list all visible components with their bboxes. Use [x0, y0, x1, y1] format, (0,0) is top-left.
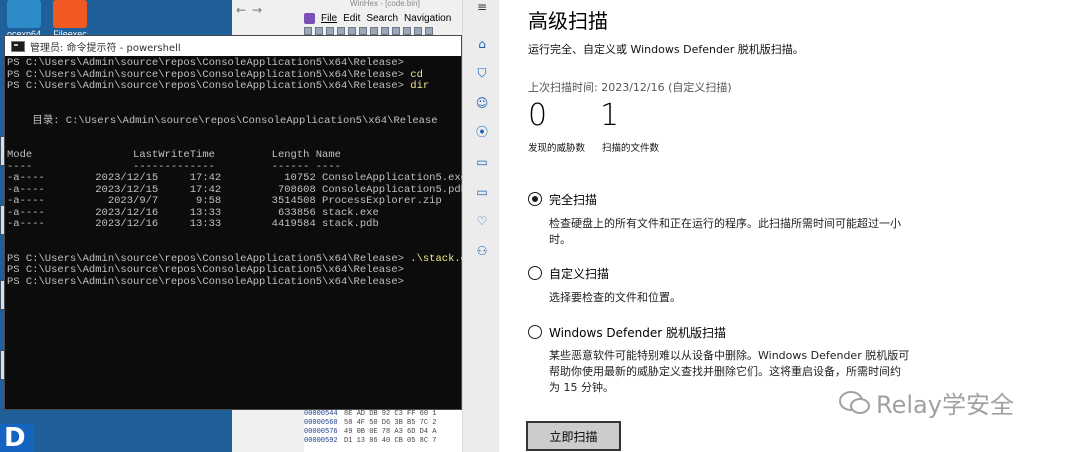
toolbar-button[interactable] [348, 27, 356, 35]
family-icon[interactable]: ⚇ [475, 244, 489, 258]
toolbar-button[interactable] [326, 27, 334, 35]
console-line: PS C:\Users\Admin\source\repos\ConsoleAp… [7, 275, 411, 288]
window-icon[interactable]: ▭ [475, 155, 489, 169]
console-titlebar[interactable]: 管理员: 命令提示符 - powershell [5, 36, 461, 56]
page-subtitle: 运行完全、自定义或 Windows Defender 脱机版扫描。 [528, 43, 804, 56]
console-line: PS C:\Users\Admin\source\repos\ConsoleAp… [7, 80, 430, 92]
desktop-icon-ocexp64[interactable]: ocexp64 [2, 0, 46, 39]
toolbar-button[interactable] [381, 27, 389, 35]
scan-now-button[interactable]: 立即扫描 [526, 421, 621, 451]
wifi-icon[interactable]: ⦿ [475, 125, 489, 139]
console-output[interactable]: PS C:\Users\Admin\source\repos\ConsoleAp… [5, 56, 480, 288]
hex-row: 00000544 8E AD DB 92 C3 FF 60 1 [304, 410, 437, 418]
desktop-icon-fileexec[interactable]: Fileexec [48, 0, 92, 39]
ocexp64-icon [7, 0, 41, 28]
radio-custom-scan[interactable] [528, 266, 542, 280]
files-label: 扫描的文件数 [602, 143, 660, 154]
watermark-text: Relay学安全 [876, 391, 1014, 419]
toolbar-button[interactable] [304, 27, 312, 35]
menu-edit[interactable]: Edit [343, 13, 360, 24]
hex-pane[interactable]: 00000544 8E AD DB 92 C3 FF 60 1 00000560 5… [304, 410, 462, 452]
threats-label: 发现的威胁数 [528, 143, 586, 154]
toolbar-button[interactable] [414, 27, 422, 35]
last-scan-time: 上次扫描时间: 2023/12/16 (自定义扫描) [528, 81, 732, 94]
option-description: 选择要检查的文件和位置。 [549, 291, 681, 304]
editor-title: WinHex - [code.bin] [350, 0, 420, 8]
toolbar-button[interactable] [403, 27, 411, 35]
winhex-icon [304, 12, 315, 24]
option-label: 完全扫描 [549, 193, 598, 207]
hex-row: 00000576 49 0B 0E 78 A3 6D D4 A [304, 428, 437, 436]
toolbar-button[interactable] [425, 27, 433, 35]
toolbar-button[interactable] [370, 27, 378, 35]
settings-nav-rail: ≡ ⌂ ⛉ ☺ ⦿ ▭ ▭ ♡ ⚇ [462, 0, 499, 452]
wechat-icon [839, 390, 870, 414]
menu-navigation[interactable]: Navigation [404, 13, 451, 24]
heart-icon[interactable]: ♡ [475, 214, 489, 228]
hex-row: 00000560 58 4F 50 D6 3B B5 7C 2 [304, 419, 437, 427]
fileexec-icon [53, 0, 87, 28]
terminal-icon [11, 40, 25, 52]
console-title: 管理员: 命令提示符 - powershell [30, 42, 181, 54]
page-title: 高级扫描 [528, 9, 608, 33]
threats-count: 0 [528, 98, 548, 133]
watermark: Relay学安全 [838, 385, 1014, 420]
home-icon[interactable]: ⌂ [475, 37, 489, 51]
console-line: 目录: C:\Users\Admin\source\repos\ConsoleA… [7, 114, 438, 127]
toolbar-button[interactable] [359, 27, 367, 35]
files-count: 1 [600, 98, 620, 133]
powershell-window[interactable]: 管理员: 命令提示符 - powershell PS C:\Users\Admi… [4, 35, 480, 410]
menu-search[interactable]: Search [366, 13, 398, 24]
option-label: 自定义扫描 [549, 267, 610, 281]
laptop-icon[interactable]: ▭ [475, 185, 489, 199]
radio-full-scan[interactable] [528, 192, 542, 206]
menu-icon[interactable]: ≡ [475, 0, 489, 14]
console-line: -a---- 2023/12/16 13:33 4419584 stack.pd… [7, 218, 379, 230]
menu-file[interactable]: File [321, 13, 337, 24]
toolbar-button[interactable] [392, 27, 400, 35]
hex-row: 00000592 D1 13 86 40 CB 05 8C 7 [304, 437, 437, 445]
option-description: 检查硬盘上的所有文件和正在运行的程序。此扫描所需时间可能超过一小时。 [549, 217, 901, 246]
editor-menubar: File Edit Search Navigation [304, 10, 451, 26]
radio-offline-scan[interactable] [528, 325, 542, 339]
person-icon[interactable]: ☺ [475, 96, 489, 110]
shield-icon[interactable]: ⛉ [475, 66, 489, 80]
desktop-app-d-icon[interactable]: D [0, 424, 34, 452]
option-label: Windows Defender 脱机版扫描 [549, 326, 726, 340]
toolbar-button[interactable] [337, 27, 345, 35]
toolbar-button[interactable] [315, 27, 323, 35]
